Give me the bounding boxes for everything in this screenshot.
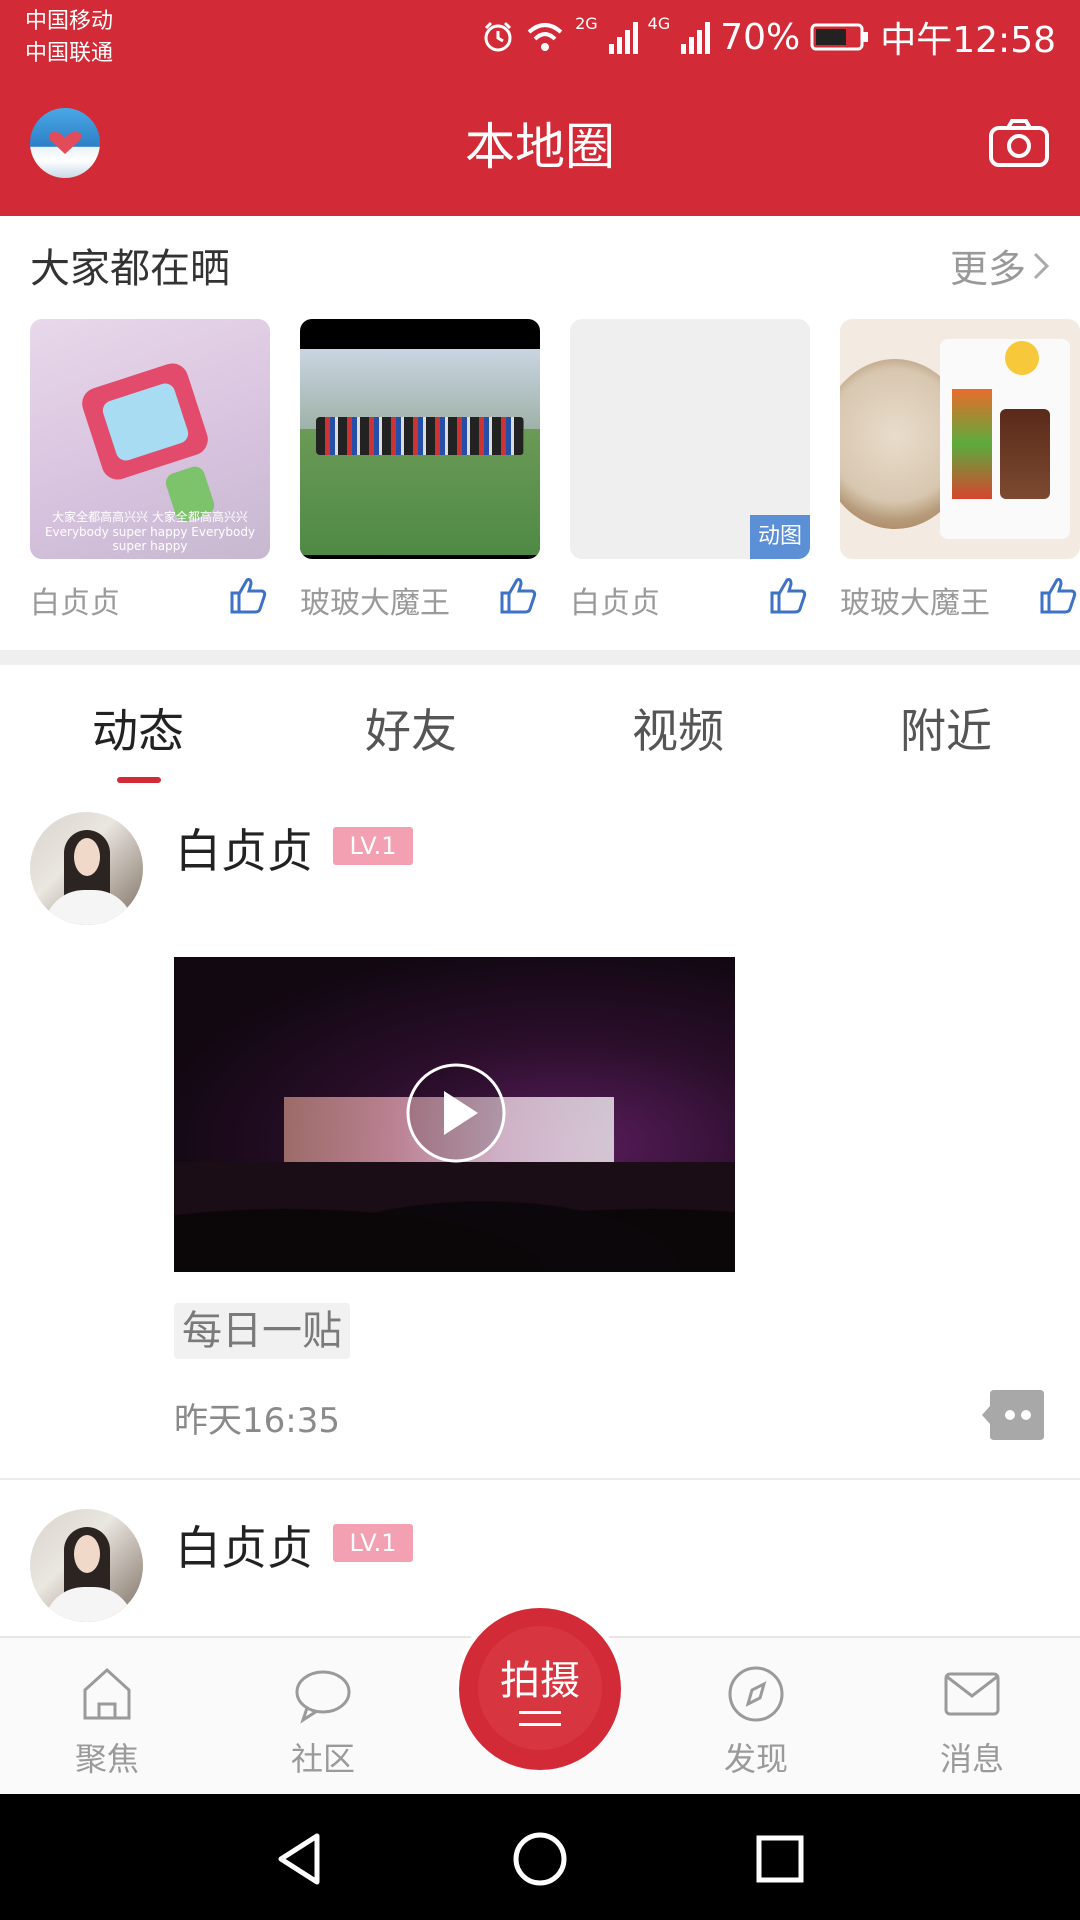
level-badge: LV.1 bbox=[333, 1524, 413, 1562]
avatar[interactable] bbox=[30, 812, 143, 925]
nav-label-discover: 发现 bbox=[723, 1740, 788, 1778]
share-author-4[interactable]: 玻玻大魔王 bbox=[840, 578, 990, 622]
team-photo bbox=[316, 417, 524, 455]
share-thumb-4[interactable] bbox=[840, 319, 1080, 559]
thumbs-up-icon[interactable] bbox=[1038, 575, 1078, 615]
camera-icon[interactable] bbox=[988, 118, 1050, 168]
share-thumb-2[interactable] bbox=[300, 319, 540, 559]
chat-icon bbox=[295, 1670, 351, 1724]
meat bbox=[1000, 409, 1050, 499]
carrier-1: 中国移动 bbox=[25, 9, 114, 34]
share-thumb-1[interactable]: 大家全都高高兴兴 大家全都高高兴兴 Everybody super happy … bbox=[30, 319, 270, 559]
nav-item-messages[interactable]: 消息 bbox=[907, 1638, 1037, 1796]
share-author-1[interactable]: 白贞贞 bbox=[30, 578, 120, 622]
shoot-label: 拍摄 bbox=[500, 1658, 580, 1704]
video-thumbnail[interactable] bbox=[174, 957, 735, 1272]
tab-nearby[interactable]: 附近 bbox=[846, 695, 1046, 761]
thumbs-up-icon[interactable] bbox=[498, 575, 538, 615]
nav-item-community[interactable]: 社区 bbox=[258, 1638, 388, 1796]
post-tag[interactable]: 每日一贴 bbox=[174, 1303, 350, 1359]
system-nav-bar bbox=[0, 1794, 1080, 1920]
mail-icon bbox=[944, 1672, 1000, 1716]
clock: 中午12:58 bbox=[880, 20, 1056, 61]
home-circle-icon[interactable] bbox=[505, 1824, 575, 1894]
menu-lines-icon bbox=[519, 1711, 561, 1726]
nav-label-focus: 聚焦 bbox=[74, 1740, 139, 1778]
vegetables bbox=[952, 389, 992, 499]
thumb-caption: 大家全都高高兴兴 大家全都高高兴兴 Everybody super happy … bbox=[44, 510, 256, 553]
signal-icon bbox=[608, 22, 638, 54]
share-thumb-3[interactable]: 动图 bbox=[570, 319, 810, 559]
egg bbox=[1005, 341, 1039, 375]
crowd bbox=[174, 1162, 735, 1272]
share-author-2[interactable]: 玻玻大魔王 bbox=[300, 578, 450, 622]
network-type-2: 4G bbox=[647, 14, 671, 33]
carrier-info: 中国移动 中国联通 bbox=[25, 6, 113, 70]
post-separator bbox=[0, 1478, 1080, 1480]
tab-friends[interactable]: 好友 bbox=[311, 695, 511, 761]
compass-icon bbox=[728, 1666, 784, 1722]
carrier-2: 中国联通 bbox=[25, 41, 114, 66]
chevron-right-icon bbox=[1033, 252, 1050, 279]
share-section-title: 大家都在晒 bbox=[30, 246, 230, 292]
alarm-icon bbox=[484, 21, 512, 52]
nav-label-messages: 消息 bbox=[939, 1740, 1004, 1778]
nav-label-community: 社区 bbox=[290, 1740, 355, 1778]
post-username[interactable]: 白贞贞 bbox=[175, 1512, 313, 1578]
section-divider bbox=[0, 650, 1080, 665]
signal-icon-2 bbox=[681, 22, 711, 54]
home-icon bbox=[83, 1667, 131, 1720]
nav-item-discover[interactable]: 发现 bbox=[691, 1638, 821, 1796]
more-label: 更多 bbox=[949, 247, 1026, 291]
tab-video[interactable]: 视频 bbox=[578, 695, 778, 761]
play-icon[interactable] bbox=[404, 1061, 508, 1165]
battery-icon bbox=[810, 23, 869, 51]
back-icon[interactable] bbox=[265, 1824, 335, 1894]
active-tab-indicator bbox=[117, 777, 161, 783]
level-badge: LV.1 bbox=[333, 827, 413, 865]
avatar[interactable] bbox=[30, 1509, 143, 1622]
status-icons: 2G 4G 70% 中午12:58 bbox=[481, 14, 1056, 61]
tab-dynamic[interactable]: 动态 bbox=[38, 695, 238, 761]
recents-icon[interactable] bbox=[745, 1824, 815, 1894]
share-author-3[interactable]: 白贞贞 bbox=[570, 578, 660, 622]
gif-badge: 动图 bbox=[750, 515, 810, 559]
more-link[interactable]: 更多 bbox=[950, 238, 1050, 293]
nav-item-focus[interactable]: 聚焦 bbox=[42, 1638, 172, 1796]
post-time: 昨天16:35 bbox=[174, 1401, 340, 1441]
thumbs-up-icon[interactable] bbox=[768, 575, 808, 615]
post-username[interactable]: 白贞贞 bbox=[175, 815, 313, 881]
battery-percent: 70% bbox=[720, 16, 801, 58]
wifi-icon bbox=[527, 23, 563, 51]
page-title: 本地圈 bbox=[465, 118, 615, 176]
network-type-1: 2G bbox=[575, 14, 598, 33]
comment-icon[interactable] bbox=[980, 1388, 1046, 1442]
app-header: 中国移动 中国联通 2G 4G 70% 中午12:58 本地圈 bbox=[0, 0, 1080, 216]
thumbs-up-icon[interactable] bbox=[228, 575, 268, 615]
